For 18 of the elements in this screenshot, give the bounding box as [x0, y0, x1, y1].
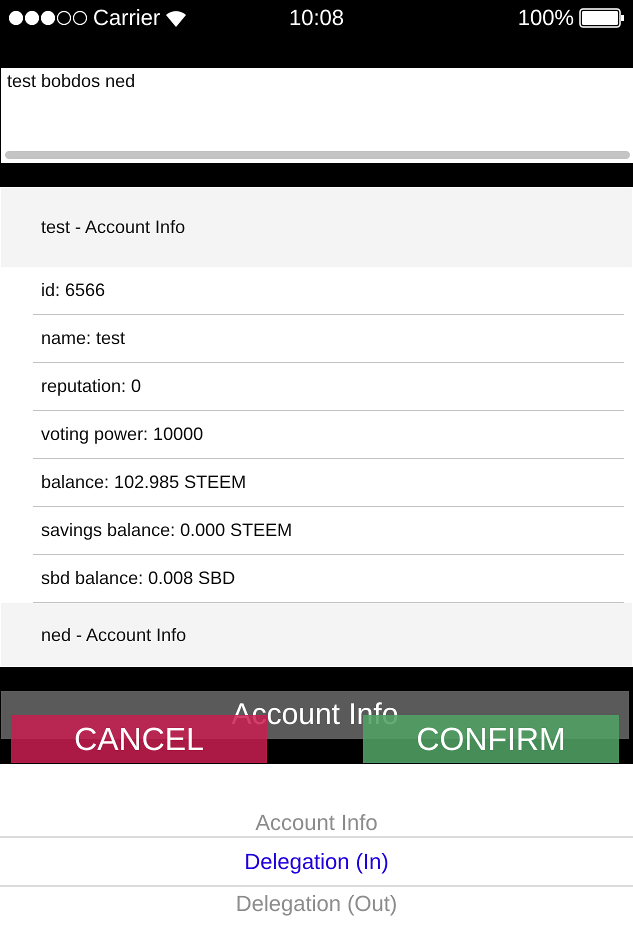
- cancel-button[interactable]: CANCEL: [11, 715, 267, 763]
- text-area[interactable]: test bobdos ned: [1, 68, 633, 163]
- carrier-label: Carrier: [93, 4, 160, 30]
- clock: 10:08: [288, 4, 344, 30]
- scrollbar[interactable]: [5, 151, 630, 159]
- section-header: test - Account Info: [1, 187, 632, 267]
- info-row: name: test: [33, 315, 624, 363]
- info-row: id: 6566: [33, 267, 624, 315]
- info-row: reputation: 0: [33, 363, 624, 411]
- info-row: savings balance: 0.000 STEEM: [33, 507, 624, 555]
- wifi-icon: [165, 8, 188, 26]
- info-row: voting power: 10000: [33, 411, 624, 459]
- info-row: balance: 102.985 STEEM: [33, 459, 624, 507]
- section-header: ned - Account Info: [1, 603, 632, 667]
- battery-percent: 100%: [518, 4, 574, 30]
- battery-icon: [579, 8, 625, 28]
- picker-option[interactable]: Delegation (In): [0, 838, 633, 887]
- signal-icon: [8, 10, 88, 26]
